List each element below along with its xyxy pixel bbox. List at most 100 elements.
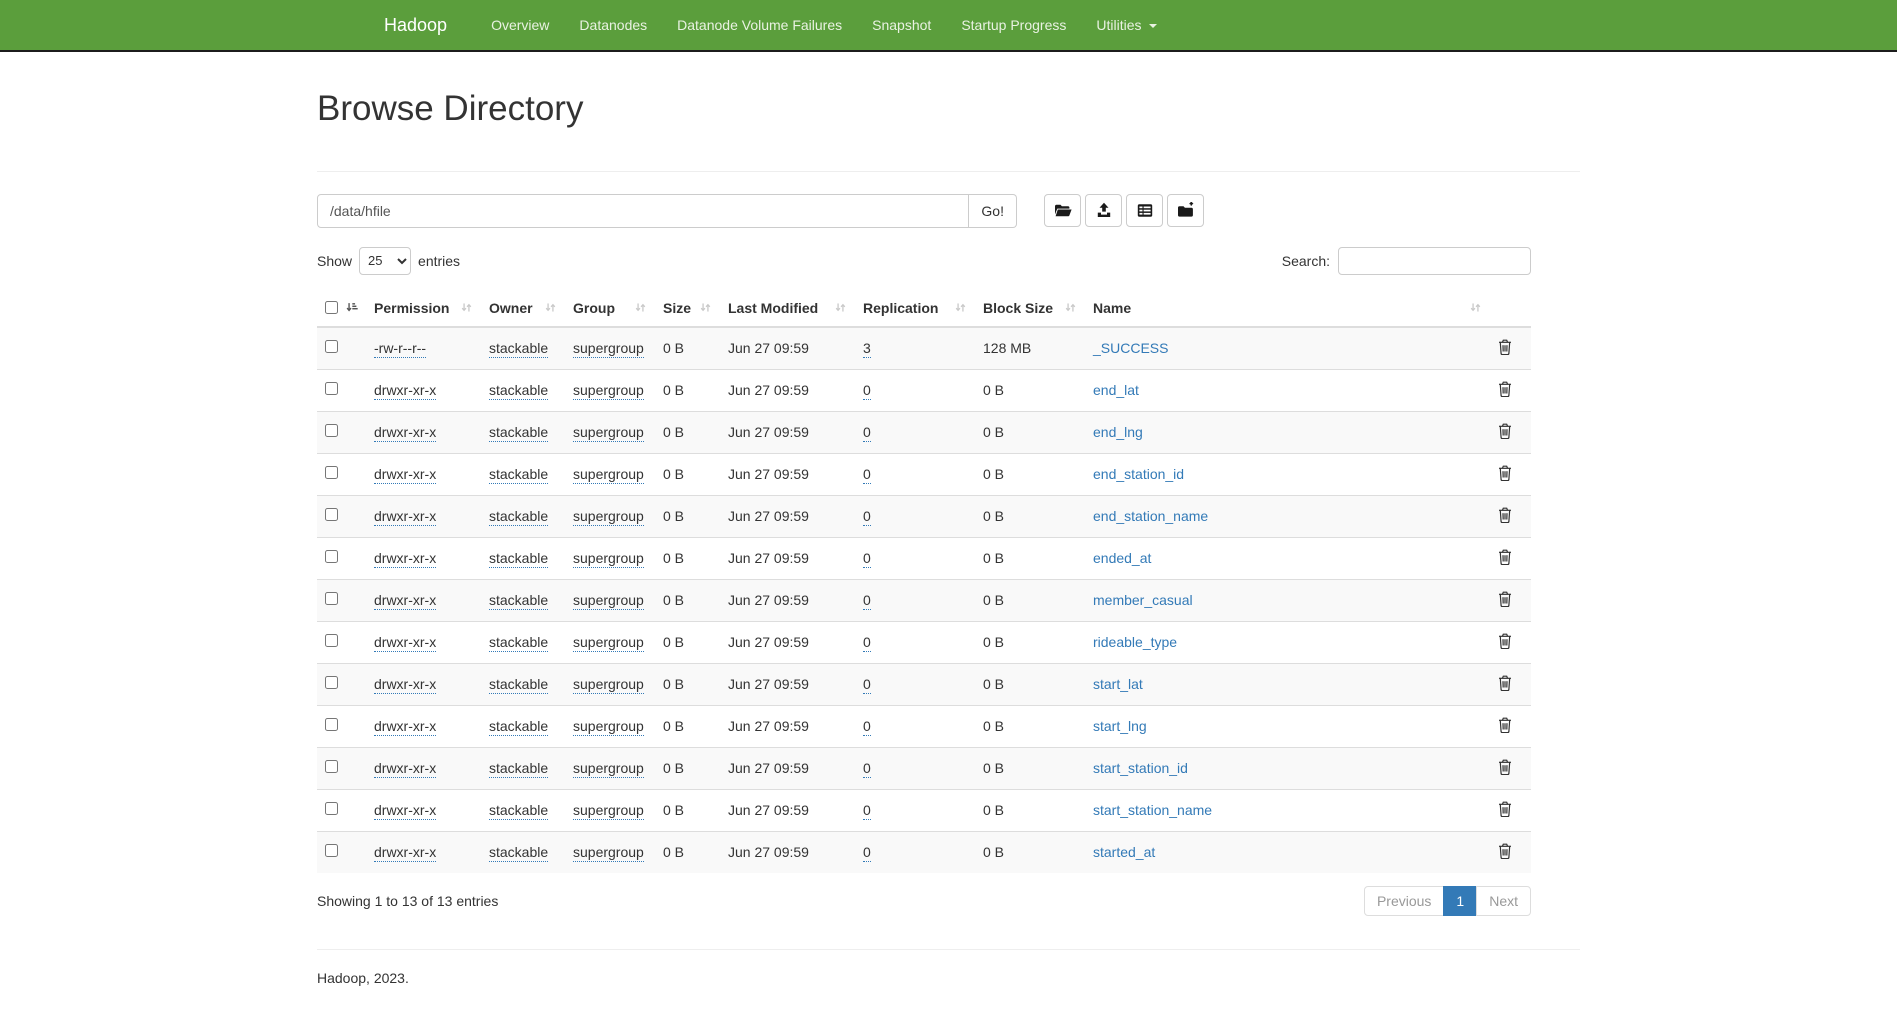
owner-value[interactable]: stackable — [489, 718, 548, 736]
file-name-link[interactable]: end_lng — [1093, 424, 1143, 440]
nav-link-overview[interactable]: Overview — [476, 0, 564, 50]
delete-button[interactable] — [1498, 675, 1512, 691]
owner-value[interactable]: stackable — [489, 382, 548, 400]
replication-value[interactable]: 0 — [863, 550, 871, 568]
delete-button[interactable] — [1498, 843, 1512, 859]
permission-value[interactable]: drwxr-xr-x — [374, 718, 436, 736]
replication-value[interactable]: 0 — [863, 802, 871, 820]
permission-value[interactable]: drwxr-xr-x — [374, 592, 436, 610]
column-header-size[interactable]: Size — [655, 290, 720, 327]
nav-link-datanodes[interactable]: Datanodes — [564, 0, 662, 50]
permission-value[interactable]: drwxr-xr-x — [374, 802, 436, 820]
row-checkbox[interactable] — [325, 802, 338, 815]
file-name-link[interactable]: end_lat — [1093, 382, 1139, 398]
replication-value[interactable]: 3 — [863, 340, 871, 358]
permission-value[interactable]: drwxr-xr-x — [374, 634, 436, 652]
replication-value[interactable]: 0 — [863, 760, 871, 778]
select-all-header[interactable] — [317, 290, 366, 327]
nav-link-utilities[interactable]: Utilities — [1081, 0, 1172, 50]
file-name-link[interactable]: rideable_type — [1093, 634, 1177, 650]
permission-value[interactable]: drwxr-xr-x — [374, 676, 436, 694]
directory-path-input[interactable] — [317, 194, 969, 228]
group-value[interactable]: supergroup — [573, 466, 644, 484]
row-checkbox[interactable] — [325, 340, 338, 353]
row-checkbox[interactable] — [325, 382, 338, 395]
column-header-permission[interactable]: Permission — [366, 290, 481, 327]
column-header-owner[interactable]: Owner — [481, 290, 565, 327]
delete-button[interactable] — [1498, 717, 1512, 733]
owner-value[interactable]: stackable — [489, 466, 548, 484]
row-checkbox[interactable] — [325, 424, 338, 437]
owner-value[interactable]: stackable — [489, 550, 548, 568]
delete-button[interactable] — [1498, 759, 1512, 775]
nav-link-snapshot[interactable]: Snapshot — [857, 0, 946, 50]
next-page-link[interactable]: Next — [1476, 886, 1531, 916]
file-name-link[interactable]: started_at — [1093, 844, 1155, 860]
select-all-checkbox[interactable] — [325, 301, 338, 314]
row-checkbox[interactable] — [325, 550, 338, 563]
group-value[interactable]: supergroup — [573, 844, 644, 862]
owner-value[interactable]: stackable — [489, 634, 548, 652]
owner-value[interactable]: stackable — [489, 844, 548, 862]
permission-value[interactable]: drwxr-xr-x — [374, 466, 436, 484]
permission-value[interactable]: drwxr-xr-x — [374, 382, 436, 400]
page-size-select[interactable]: 25 — [359, 247, 411, 275]
upload-file-button[interactable] — [1085, 194, 1122, 227]
file-name-link[interactable]: start_lat — [1093, 676, 1143, 692]
group-value[interactable]: supergroup — [573, 382, 644, 400]
file-name-link[interactable]: ended_at — [1093, 550, 1151, 566]
search-input[interactable] — [1338, 247, 1531, 275]
group-value[interactable]: supergroup — [573, 760, 644, 778]
row-checkbox[interactable] — [325, 508, 338, 521]
group-value[interactable]: supergroup — [573, 634, 644, 652]
delete-button[interactable] — [1498, 591, 1512, 607]
permission-value[interactable]: -rw-r--r-- — [374, 340, 426, 358]
delete-button[interactable] — [1498, 801, 1512, 817]
owner-value[interactable]: stackable — [489, 592, 548, 610]
group-value[interactable]: supergroup — [573, 592, 644, 610]
page-1-link[interactable]: 1 — [1443, 886, 1477, 916]
column-header-group[interactable]: Group — [565, 290, 655, 327]
file-name-link[interactable]: start_station_name — [1093, 802, 1212, 818]
row-checkbox[interactable] — [325, 718, 338, 731]
owner-value[interactable]: stackable — [489, 676, 548, 694]
row-checkbox[interactable] — [325, 592, 338, 605]
row-checkbox[interactable] — [325, 634, 338, 647]
group-value[interactable]: supergroup — [573, 802, 644, 820]
file-name-link[interactable]: member_casual — [1093, 592, 1193, 608]
file-name-link[interactable]: _SUCCESS — [1093, 340, 1168, 356]
file-name-link[interactable]: end_station_name — [1093, 508, 1208, 524]
replication-value[interactable]: 0 — [863, 844, 871, 862]
row-checkbox[interactable] — [325, 760, 338, 773]
row-checkbox[interactable] — [325, 466, 338, 479]
create-directory-button[interactable] — [1044, 194, 1081, 227]
row-checkbox[interactable] — [325, 676, 338, 689]
delete-button[interactable] — [1498, 633, 1512, 649]
owner-value[interactable]: stackable — [489, 802, 548, 820]
group-value[interactable]: supergroup — [573, 508, 644, 526]
hadoop-brand[interactable]: Hadoop — [369, 15, 462, 36]
file-name-link[interactable]: start_lng — [1093, 718, 1147, 734]
delete-button[interactable] — [1498, 339, 1512, 355]
permission-value[interactable]: drwxr-xr-x — [374, 844, 436, 862]
column-header-replication[interactable]: Replication — [855, 290, 975, 327]
replication-value[interactable]: 0 — [863, 382, 871, 400]
column-header-name[interactable]: Name — [1085, 290, 1490, 327]
nav-link-datanode-volume-failures[interactable]: Datanode Volume Failures — [662, 0, 857, 50]
replication-value[interactable]: 0 — [863, 718, 871, 736]
column-header-last-modified[interactable]: Last Modified — [720, 290, 855, 327]
replication-value[interactable]: 0 — [863, 676, 871, 694]
replication-value[interactable]: 0 — [863, 592, 871, 610]
owner-value[interactable]: stackable — [489, 508, 548, 526]
group-value[interactable]: supergroup — [573, 550, 644, 568]
previous-page-link[interactable]: Previous — [1364, 886, 1444, 916]
nav-link-startup-progress[interactable]: Startup Progress — [946, 0, 1081, 50]
permission-value[interactable]: drwxr-xr-x — [374, 508, 436, 526]
replication-value[interactable]: 0 — [863, 424, 871, 442]
go-button[interactable]: Go! — [969, 194, 1017, 228]
replication-value[interactable]: 0 — [863, 466, 871, 484]
delete-button[interactable] — [1498, 423, 1512, 439]
replication-value[interactable]: 0 — [863, 634, 871, 652]
owner-value[interactable]: stackable — [489, 340, 548, 358]
delete-button[interactable] — [1498, 465, 1512, 481]
